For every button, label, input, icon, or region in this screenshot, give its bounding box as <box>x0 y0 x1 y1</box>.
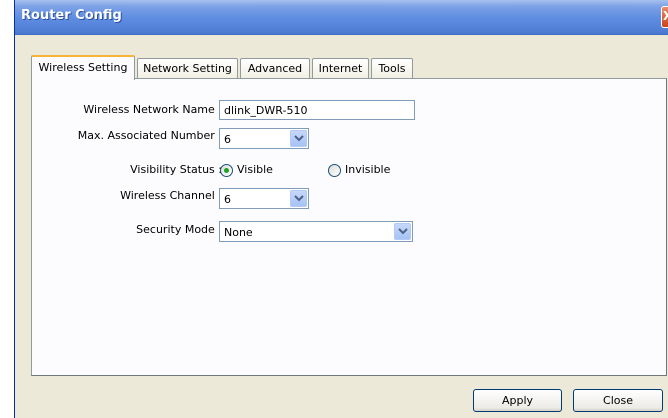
apply-button[interactable]: Apply <box>473 389 562 412</box>
close-icon: X <box>663 9 668 23</box>
network-name-input[interactable] <box>219 100 415 120</box>
tab-internet[interactable]: Internet <box>312 58 369 79</box>
wireless-setting-panel: Wireless Network Name : Max. Associated … <box>31 78 667 376</box>
tab-tools[interactable]: Tools <box>371 58 413 79</box>
visible-radio[interactable] <box>220 164 233 177</box>
chevron-down-icon[interactable] <box>290 130 307 147</box>
radio-selected-dot <box>224 168 229 173</box>
wireless-channel-select[interactable]: 6 <box>219 188 309 209</box>
title-bar[interactable]: Router Config X <box>15 0 668 35</box>
router-config-window: Router Config X Wireless Setting Network… <box>14 0 668 418</box>
invisible-radio[interactable] <box>328 164 341 177</box>
tab-wireless-setting[interactable]: Wireless Setting <box>31 55 135 80</box>
max-associated-select[interactable]: 6 <box>219 128 309 149</box>
visible-option-label[interactable]: Visible <box>237 163 273 176</box>
tab-advanced[interactable]: Advanced <box>240 58 310 79</box>
chevron-down-icon[interactable] <box>394 223 411 240</box>
invisible-option-label[interactable]: Invisible <box>345 163 390 176</box>
security-mode-value: None <box>224 226 253 239</box>
window-close-button[interactable]: X <box>661 6 668 28</box>
wireless-channel-label: Wireless Channel : <box>120 189 222 202</box>
security-mode-select[interactable]: None <box>219 221 413 242</box>
security-mode-label: Security Mode : <box>136 223 222 236</box>
close-button[interactable]: Close <box>573 389 663 412</box>
max-associated-label: Max. Associated Number : <box>77 129 222 142</box>
visibility-status-label: Visibility Status : <box>130 163 222 176</box>
window-title: Router Config <box>21 8 122 23</box>
wireless-channel-value: 6 <box>224 193 231 206</box>
network-name-label: Wireless Network Name : <box>83 103 222 116</box>
tab-network-setting[interactable]: Network Setting <box>137 58 238 79</box>
chevron-down-icon[interactable] <box>290 190 307 207</box>
max-associated-value: 6 <box>224 133 231 146</box>
